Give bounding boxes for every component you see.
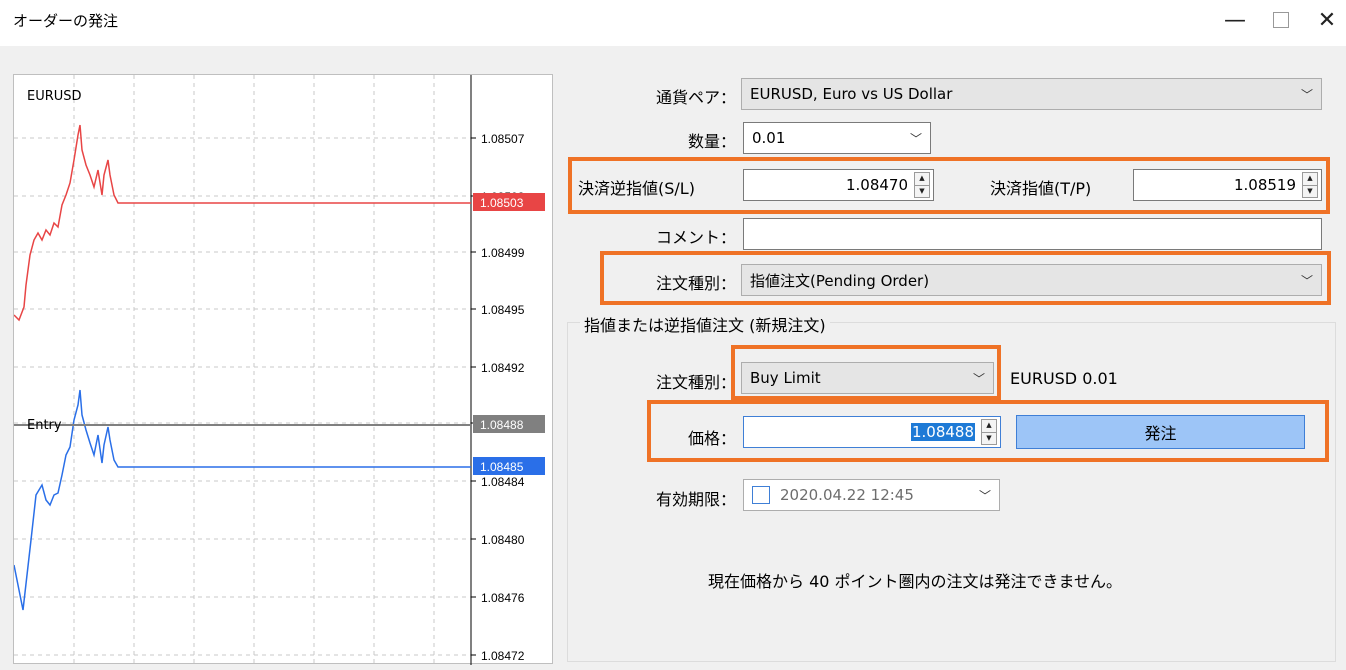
bid-price-tag: 1.08503 [480, 196, 524, 210]
maximize-button[interactable] [1258, 0, 1304, 40]
chevron-down-icon: ﹀ [972, 371, 985, 386]
volume-value: 0.01 [752, 129, 786, 147]
pending-type-info: EURUSD 0.01 [1010, 369, 1118, 388]
title-bar [0, 0, 1346, 46]
expiry-checkbox[interactable] [752, 486, 770, 504]
chevron-down-icon: ﹀ [978, 488, 991, 503]
arrow-down-icon[interactable]: ▼ [1303, 184, 1317, 198]
price-chart: 1.08507 1.08503 1.08499 1.08495 1.08492 1.084… [13, 74, 553, 665]
arrow-down-icon[interactable]: ▼ [915, 184, 929, 198]
pending-group-title: 指値または逆指値注文 (新規注文) [580, 312, 830, 336]
comment-input[interactable] [743, 218, 1322, 250]
minimize-icon: — [1224, 7, 1246, 33]
chevron-down-icon: ﹀ [909, 131, 922, 146]
symbol-label: 通貨ペア： [655, 88, 736, 107]
price-spinner[interactable]: ▲ ▼ [981, 419, 997, 445]
axis-tick-label: 1.08476 [481, 591, 525, 605]
tp-value: 1.08519 [1233, 176, 1296, 194]
expiry-value: 2020.04.22 12:45 [780, 486, 914, 504]
sl-value: 1.08470 [845, 176, 908, 194]
window-title: オーダーの発注 [13, 12, 119, 30]
axis-tick-label: 1.08507 [481, 132, 525, 146]
symbol-select[interactable]: EURUSD, Euro vs US Dollar ﹀ [741, 78, 1322, 110]
tp-label: 決済指値(T/P) [990, 179, 1092, 198]
order-type-value: 指値注文(Pending Order) [750, 271, 930, 290]
bid-price-line [14, 124, 471, 322]
ask-price-line [14, 389, 471, 611]
axis-tick-label: 1.08499 [481, 246, 525, 260]
pending-type-label: 注文種別： [655, 373, 736, 392]
volume-label: 数量： [687, 132, 736, 151]
minimize-button[interactable]: — [1212, 0, 1258, 40]
tp-spinner[interactable]: ▲ ▼ [1302, 172, 1318, 198]
axis-tick-label: 1.08480 [481, 533, 525, 547]
expiry-picker[interactable]: 2020.04.22 12:45 ﹀ [743, 479, 1000, 511]
chevron-down-icon: ﹀ [1300, 87, 1313, 102]
maximize-icon [1273, 12, 1289, 28]
close-button[interactable]: ✕ [1304, 0, 1346, 40]
arrow-up-icon[interactable]: ▲ [1303, 173, 1317, 185]
sl-input[interactable]: 1.08470 ▲ ▼ [743, 169, 934, 201]
arrow-up-icon[interactable]: ▲ [915, 173, 929, 185]
chevron-down-icon: ﹀ [1300, 273, 1313, 288]
price-input[interactable]: 1.08488 ▲ ▼ [743, 416, 1001, 448]
symbol-value: EURUSD, Euro vs US Dollar [750, 85, 953, 103]
comment-label: コメント： [655, 228, 736, 247]
chart-grid [14, 75, 471, 665]
pending-notice: 現在価格から 40 ポイント圏内の注文は発注できません。 [708, 572, 1123, 591]
tp-input[interactable]: 1.08519 ▲ ▼ [1133, 169, 1322, 201]
ask-price-tag: 1.08485 [480, 460, 524, 474]
entry-price-tag: 1.08488 [480, 418, 524, 432]
axis-tick-label: 1.08472 [481, 649, 525, 663]
price-value: 1.08488 [910, 423, 975, 441]
volume-input[interactable]: 0.01 ﹀ [743, 122, 931, 154]
pending-type-select[interactable]: Buy Limit ﹀ [741, 362, 994, 394]
chart-canvas: 1.08507 1.08503 1.08499 1.08495 1.08492 1.084… [14, 75, 545, 665]
sl-label: 決済逆指値(S/L) [578, 179, 695, 198]
chart-plot [14, 124, 471, 611]
order-type-label: 注文種別： [655, 274, 736, 293]
price-label: 価格： [687, 429, 736, 448]
axis-tick-label: 1.08484 [481, 475, 525, 489]
axis-tick-label: 1.08495 [481, 303, 525, 317]
pending-type-value: Buy Limit [750, 369, 821, 387]
expiry-label: 有効期限： [655, 490, 736, 509]
sl-spinner[interactable]: ▲ ▼ [914, 172, 930, 198]
order-type-select[interactable]: 指値注文(Pending Order) ﹀ [741, 264, 1322, 296]
arrow-down-icon[interactable]: ▼ [982, 431, 996, 445]
axis-tick-label: 1.08492 [481, 361, 525, 375]
close-icon: ✕ [1317, 7, 1337, 33]
entry-label: Entry [27, 418, 62, 433]
arrow-up-icon[interactable]: ▲ [982, 420, 996, 432]
place-order-button[interactable]: 発注 [1016, 415, 1305, 449]
price-axis: 1.08507 1.08503 1.08499 1.08495 1.08492 1.084… [471, 132, 545, 663]
chart-symbol: EURUSD [27, 89, 82, 104]
